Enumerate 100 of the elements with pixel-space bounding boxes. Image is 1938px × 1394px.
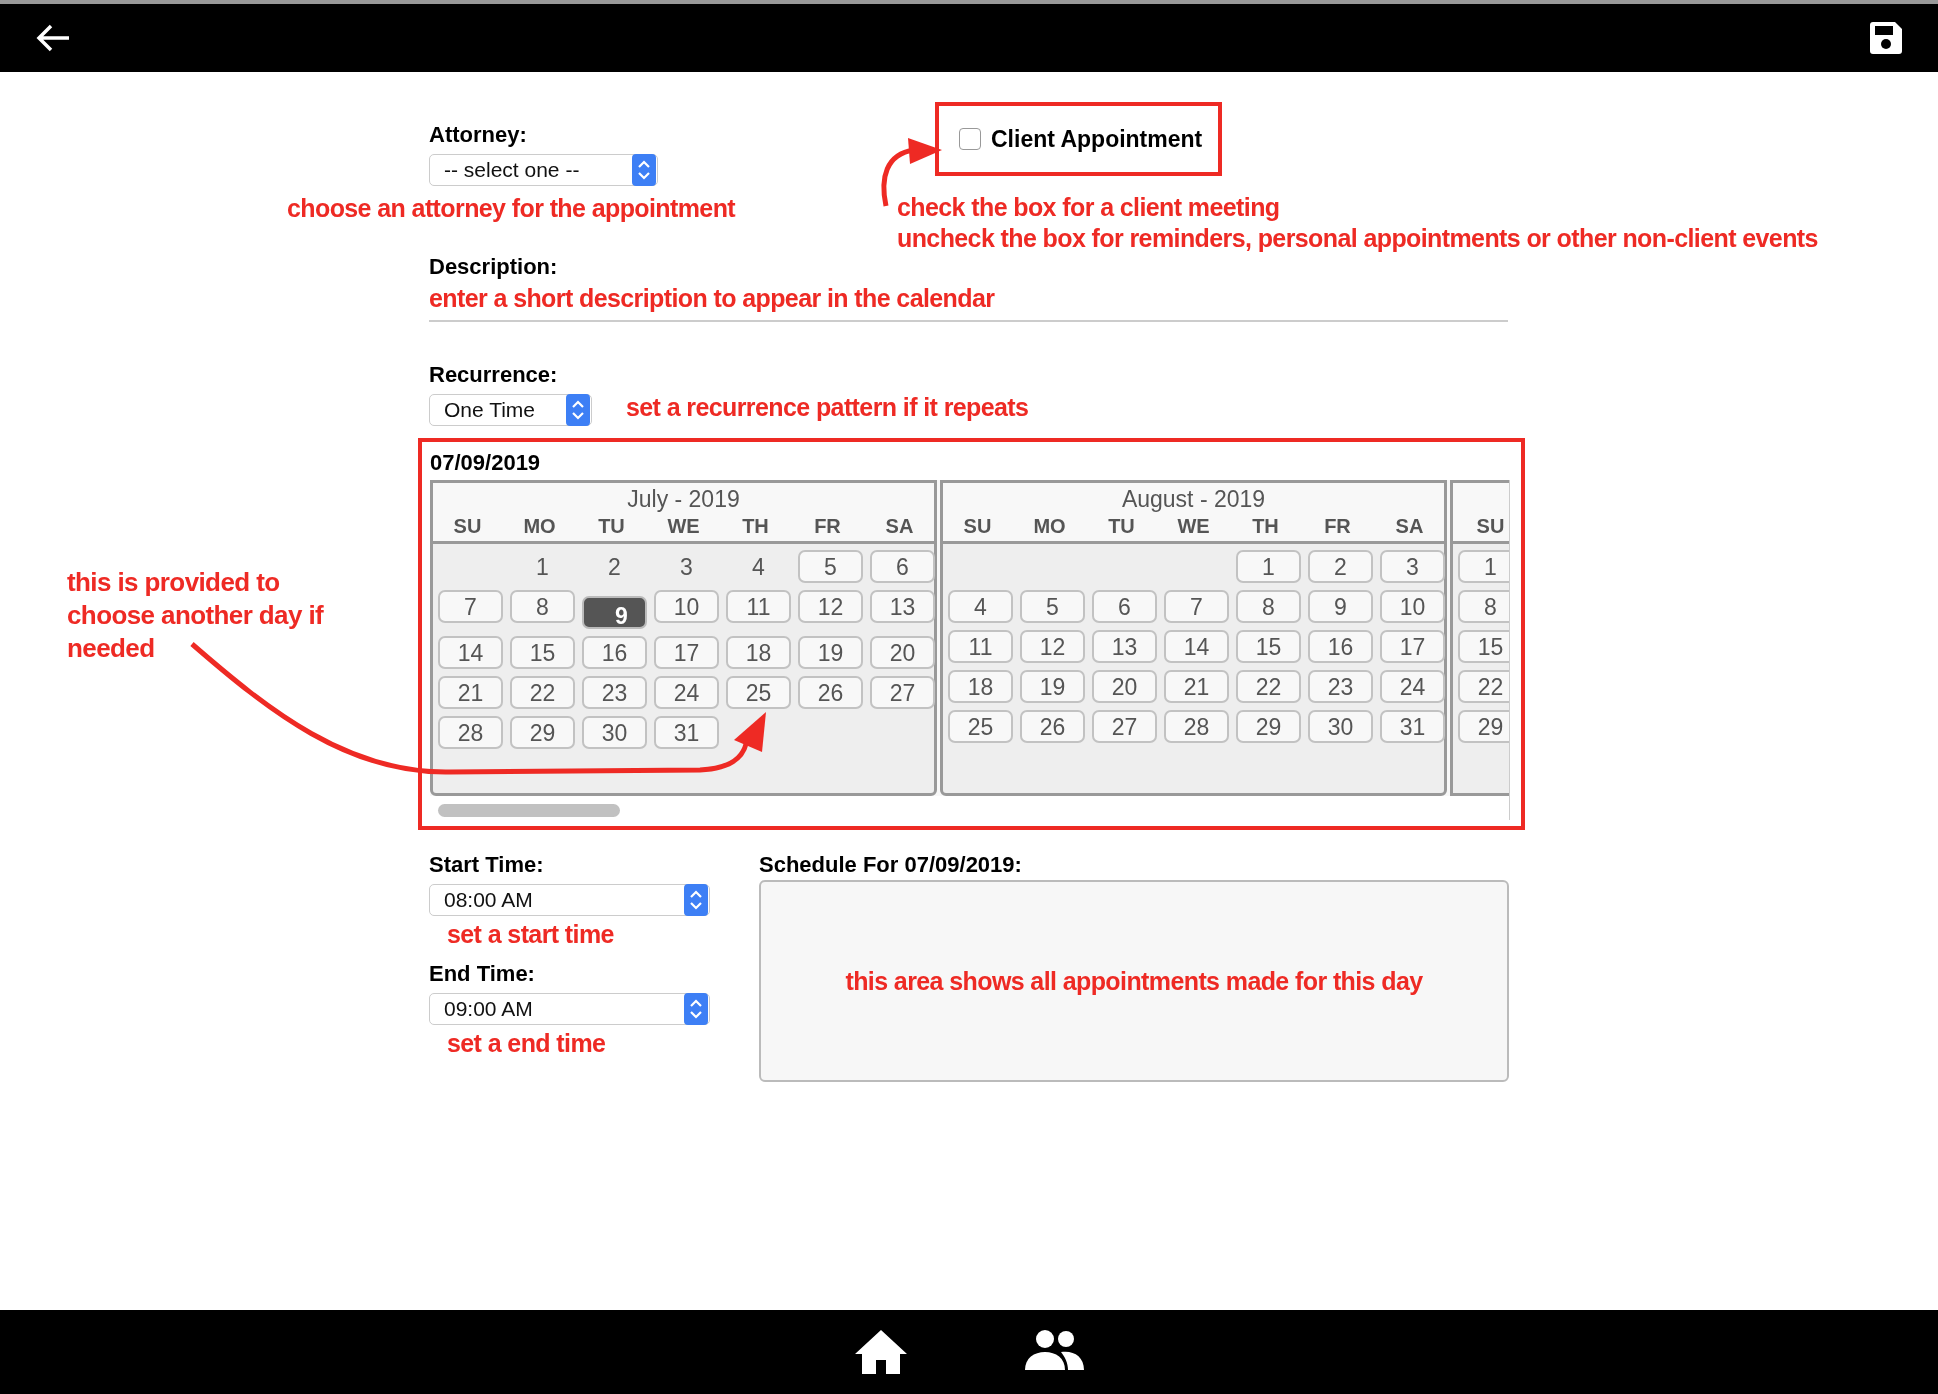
weekday-header: SA xyxy=(884,514,915,539)
day-button[interactable]: 30 xyxy=(1308,710,1373,743)
day-button[interactable]: 20 xyxy=(1092,670,1157,703)
day-button[interactable]: 12 xyxy=(1020,630,1085,663)
back-arrow-icon[interactable] xyxy=(35,22,71,54)
day-button[interactable]: 17 xyxy=(654,636,719,669)
stepper-icon xyxy=(682,993,710,1025)
annotation-text: choose an attorney for the appointment xyxy=(287,194,736,223)
weekday-header: TH xyxy=(1251,514,1280,539)
day-button[interactable]: 26 xyxy=(1020,710,1085,743)
day-button[interactable]: 24 xyxy=(1380,670,1445,703)
day-button[interactable]: 22 xyxy=(1236,670,1301,703)
description-label: Description: xyxy=(429,254,559,280)
day-button[interactable]: 12 xyxy=(798,590,863,623)
day-button[interactable]: 23 xyxy=(582,676,647,709)
day-button[interactable]: 8 xyxy=(510,590,575,623)
client-checkbox[interactable] xyxy=(959,128,981,150)
weekday-header: WE xyxy=(1176,514,1211,539)
client-appointment-label: Client Appointment xyxy=(991,125,1203,153)
day-button[interactable]: 24 xyxy=(654,676,719,709)
day-button[interactable]: 19 xyxy=(1020,670,1085,703)
day-button[interactable]: 22 xyxy=(1458,670,1509,703)
scrollbar-thumb[interactable] xyxy=(438,804,620,817)
day-button[interactable]: 16 xyxy=(1308,630,1373,663)
attorney-select[interactable]: -- select one -- xyxy=(429,154,658,186)
weekday-header: SU xyxy=(452,514,483,539)
schedule-title: Schedule For 07/09/2019: xyxy=(759,852,1023,878)
day-button[interactable]: 28 xyxy=(1164,710,1229,743)
day-button[interactable]: 19 xyxy=(798,636,863,669)
day-button[interactable]: 9 xyxy=(1308,590,1373,623)
day-label: 1 xyxy=(535,553,550,582)
weekday-header: TU xyxy=(1107,514,1136,539)
day-button[interactable]: 14 xyxy=(1164,630,1229,663)
day-button[interactable]: 18 xyxy=(948,670,1013,703)
day-button[interactable]: 4 xyxy=(948,590,1013,623)
day-button[interactable]: 3 xyxy=(1380,550,1445,583)
day-button[interactable]: 21 xyxy=(438,676,503,709)
recurrence-select[interactable]: One Time xyxy=(429,394,592,426)
day-button[interactable]: 8 xyxy=(1236,590,1301,623)
day-button[interactable]: 29 xyxy=(510,716,575,749)
day-button[interactable]: 28 xyxy=(438,716,503,749)
save-icon[interactable] xyxy=(1867,19,1905,57)
people-icon[interactable] xyxy=(1022,1328,1085,1370)
day-button[interactable]: 2 xyxy=(1308,550,1373,583)
end-time-label: End Time: xyxy=(429,961,536,987)
day-button[interactable]: 7 xyxy=(1164,590,1229,623)
day-button[interactable]: 13 xyxy=(1092,630,1157,663)
day-button[interactable]: 23 xyxy=(1308,670,1373,703)
day-button[interactable]: 1 xyxy=(1458,550,1509,583)
day-button[interactable]: 20 xyxy=(870,636,935,669)
weekday-header: SA xyxy=(1394,514,1425,539)
day-button[interactable]: 29 xyxy=(1236,710,1301,743)
day-button[interactable]: 5 xyxy=(798,550,863,583)
weekday-header: SU xyxy=(962,514,993,539)
recurrence-label: Recurrence: xyxy=(429,362,559,388)
day-button[interactable]: 15 xyxy=(1236,630,1301,663)
weekday-header: MO xyxy=(1032,514,1067,539)
day-button[interactable]: 11 xyxy=(726,590,791,623)
day-button[interactable]: 1 xyxy=(1236,550,1301,583)
day-button[interactable]: 15 xyxy=(1458,630,1509,663)
day-button[interactable]: 9 xyxy=(582,596,647,629)
month-title: August - 2019 xyxy=(1121,485,1266,513)
start-time-select[interactable]: 08:00 AM xyxy=(429,884,710,916)
day-button[interactable]: 27 xyxy=(1092,710,1157,743)
day-button[interactable]: 14 xyxy=(438,636,503,669)
home-icon[interactable] xyxy=(853,1328,908,1376)
day-label: 4 xyxy=(751,553,766,582)
day-button[interactable]: 18 xyxy=(726,636,791,669)
day-button[interactable]: 31 xyxy=(1380,710,1445,743)
day-button[interactable]: 10 xyxy=(654,590,719,623)
day-button[interactable]: 8 xyxy=(1458,590,1509,623)
day-button[interactable]: 5 xyxy=(1020,590,1085,623)
day-button[interactable]: 16 xyxy=(582,636,647,669)
attorney-label: Attorney: xyxy=(429,122,528,148)
day-button[interactable]: 26 xyxy=(798,676,863,709)
selected-date: 07/09/2019 xyxy=(430,450,542,476)
annotation-text: enter a short description to appear in the calendar xyxy=(429,284,995,313)
annotation-text: check the box for a client meeting xyxy=(897,192,1281,223)
stepper-icon xyxy=(630,154,658,186)
weekday-header: TU xyxy=(597,514,626,539)
day-button[interactable]: 6 xyxy=(870,550,935,583)
day-button[interactable]: 7 xyxy=(438,590,503,623)
day-button[interactable]: 22 xyxy=(510,676,575,709)
day-button[interactable]: 17 xyxy=(1380,630,1445,663)
day-button[interactable]: 25 xyxy=(726,676,791,709)
day-button[interactable]: 6 xyxy=(1092,590,1157,623)
day-button[interactable]: 31 xyxy=(654,716,719,749)
day-button[interactable]: 11 xyxy=(948,630,1013,663)
day-button[interactable]: 15 xyxy=(510,636,575,669)
weekday-header: WE xyxy=(666,514,701,539)
day-button[interactable]: 10 xyxy=(1380,590,1445,623)
end-time-select[interactable]: 09:00 AM xyxy=(429,993,710,1025)
day-button[interactable]: 13 xyxy=(870,590,935,623)
day-button[interactable]: 21 xyxy=(1164,670,1229,703)
annotation-text: uncheck the box for reminders, personal appointments or other non-client events xyxy=(897,223,1818,254)
day-button[interactable]: 27 xyxy=(870,676,935,709)
month-title: July - 2019 xyxy=(627,485,740,513)
day-button[interactable]: 29 xyxy=(1458,710,1509,743)
day-button[interactable]: 30 xyxy=(582,716,647,749)
day-button[interactable]: 25 xyxy=(948,710,1013,743)
